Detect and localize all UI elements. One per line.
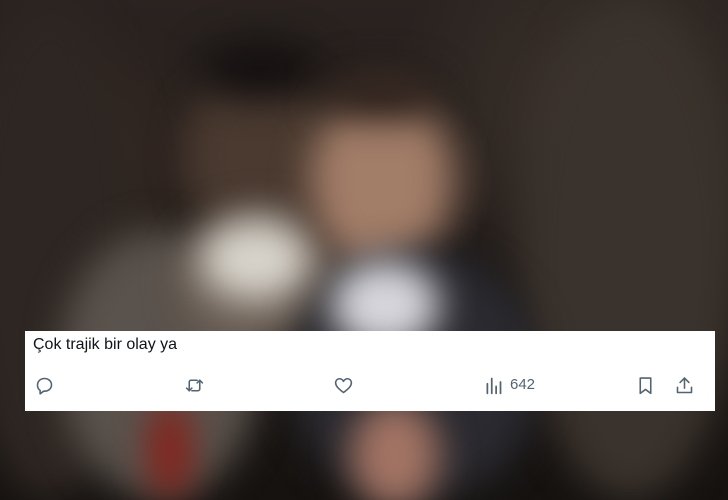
views-icon	[486, 377, 502, 394]
tweet-actions-bar: 642	[25, 371, 715, 399]
like-icon	[334, 377, 353, 393]
reply-icon	[36, 377, 53, 395]
bookmark-icon	[639, 376, 652, 394]
retweet-button[interactable]	[184, 371, 205, 399]
share-button[interactable]	[674, 371, 695, 399]
blurred-background-photo	[0, 0, 728, 500]
share-icon	[676, 376, 693, 393]
views-count: 642	[510, 376, 536, 393]
like-button[interactable]	[333, 371, 354, 399]
tweet-text: Çok trajik bir olay ya	[33, 336, 178, 353]
retweet-icon	[185, 378, 204, 392]
bookmark-button[interactable]	[635, 371, 656, 399]
views-button[interactable]: 642	[483, 371, 535, 399]
reply-button[interactable]	[34, 371, 55, 399]
tweet-card: Çok trajik bir olay ya 642	[25, 331, 715, 411]
